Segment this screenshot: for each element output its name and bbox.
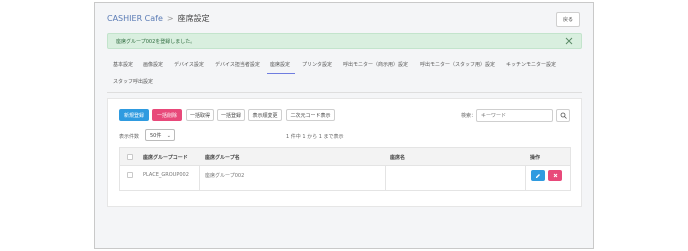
success-alert: 座席グループ002を登録しました。 <box>107 33 582 49</box>
page-title: 座席設定 <box>177 14 210 23</box>
tab-call-monitor-staff[interactable]: 呼出モニター（スタッフ用）設定 <box>420 60 495 70</box>
select-all-checkbox[interactable] <box>127 154 133 160</box>
qr-code-button[interactable]: 二次元コード表示 <box>286 109 335 121</box>
search-icon <box>560 112 567 119</box>
edit-button[interactable] <box>531 170 545 181</box>
reorder-button[interactable]: 表示順変更 <box>248 109 282 121</box>
col-header-actions: 操作 <box>530 155 541 161</box>
active-tab-indicator <box>267 73 295 74</box>
per-page-value: 50件 <box>150 132 162 139</box>
column-divider <box>525 166 526 190</box>
alert-message: 座席グループ002を登録しました。 <box>116 38 196 45</box>
bulk-delete-button[interactable]: 一括削除 <box>152 109 182 121</box>
search-input[interactable] <box>476 109 553 122</box>
seat-group-table: 座席グループコード 座席グループ名 座席名 操作 PLACE_GROUP002 … <box>119 147 571 191</box>
per-page-label: 表示件数 <box>119 134 140 140</box>
tab-devices[interactable]: デバイス設定 <box>174 60 204 70</box>
col-header-seat[interactable]: 座席名 <box>390 154 405 161</box>
tab-printer[interactable]: プリンタ設定 <box>302 60 332 70</box>
seat-group-panel: 新規登録 一括削除 一括取得 一括登録 表示順変更 二次元コード表示 検索： 表… <box>107 98 582 207</box>
breadcrumb-separator: > <box>166 14 174 23</box>
bulk-register-button[interactable]: 一括登録 <box>217 109 245 121</box>
tab-seats[interactable]: 座席設定 <box>270 60 290 70</box>
breadcrumb: CASHIER Cafe > 座席設定 <box>107 14 210 24</box>
tab-kitchen-monitor[interactable]: キッチンモニター設定 <box>506 60 556 70</box>
settings-tabs: 基本設定 画像設定 デバイス設定 デバイス担当者設定 座席設定 プリンタ設定 呼… <box>107 57 582 93</box>
column-divider <box>385 166 386 190</box>
row-name: 座席グループ002 <box>205 173 245 179</box>
table-header: 座席グループコード 座席グループ名 座席名 操作 <box>120 148 570 166</box>
per-page-select[interactable]: 50件 ⌄ <box>145 129 175 141</box>
close-icon[interactable] <box>565 37 573 45</box>
delete-button[interactable] <box>548 170 562 181</box>
tab-device-staff[interactable]: デバイス担当者設定 <box>215 60 260 70</box>
table-row: PLACE_GROUP002 座席グループ002 <box>120 166 570 190</box>
chevron-down-icon: ⌄ <box>166 133 171 139</box>
col-header-code[interactable]: 座席グループコード <box>143 154 188 161</box>
back-button[interactable]: 戻る <box>556 12 580 27</box>
search-button[interactable] <box>556 109 570 122</box>
tab-staff-call[interactable]: スタッフ呼出設定 <box>113 77 153 87</box>
tab-images[interactable]: 画像設定 <box>143 60 163 70</box>
col-header-name[interactable]: 座席グループ名 <box>205 154 240 161</box>
close-icon <box>553 173 557 178</box>
row-checkbox[interactable] <box>127 172 133 178</box>
tab-call-monitor-display[interactable]: 呼出モニター（商示用）設定 <box>343 60 408 70</box>
column-divider <box>199 166 200 190</box>
row-code: PLACE_GROUP002 <box>143 172 189 178</box>
brand-link[interactable]: CASHIER Cafe <box>107 14 163 24</box>
tab-basic[interactable]: 基本設定 <box>113 60 133 70</box>
bulk-fetch-button[interactable]: 一括取得 <box>186 109 214 121</box>
search-label: 検索： <box>461 113 477 119</box>
new-button[interactable]: 新規登録 <box>119 109 149 121</box>
range-info: 1 件中 1 から 1 まで表示 <box>286 134 344 140</box>
edit-icon <box>536 173 540 178</box>
app-window: CASHIER Cafe > 座席設定 戻る 座席グループ002を登録しました。… <box>94 2 594 249</box>
